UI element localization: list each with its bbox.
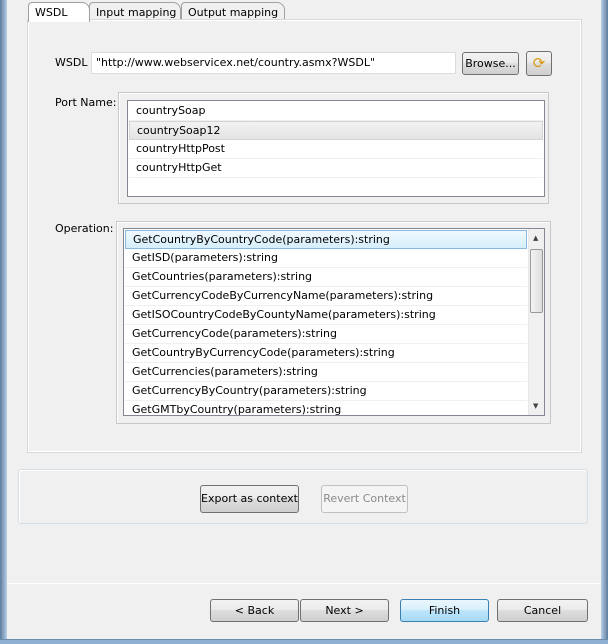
- list-item[interactable]: GetISOCountryCodeByCountyName(parameters…: [125, 306, 527, 325]
- list-item-selected[interactable]: countrySoap12: [129, 121, 543, 140]
- export-as-context-button[interactable]: Export as context: [200, 485, 299, 513]
- window-frame-right: [601, 0, 608, 644]
- list-item[interactable]: GetGMTbyCountry(parameters):string: [125, 401, 527, 415]
- list-item[interactable]: countrySoap: [129, 102, 543, 121]
- finish-button[interactable]: Finish: [400, 599, 489, 622]
- revert-context-button[interactable]: Revert Context: [321, 485, 408, 513]
- list-item[interactable]: GetISD(parameters):string: [125, 249, 527, 268]
- port-name-list[interactable]: countrySoap countrySoap12 countryHttpPos…: [127, 100, 545, 197]
- refresh-icon: ⟳: [532, 54, 546, 72]
- operation-list[interactable]: GetCountryByCountryCode(parameters):stri…: [123, 228, 545, 416]
- list-item[interactable]: GetCurrencies(parameters):string: [125, 363, 527, 382]
- window-frame-left: [0, 0, 7, 644]
- browse-button[interactable]: Browse...: [462, 52, 519, 75]
- tab-label: WSDL: [35, 6, 68, 19]
- scrollbar-thumb[interactable]: [530, 249, 543, 313]
- list-item[interactable]: GetCurrencyCodeByCurrencyName(parameters…: [125, 287, 527, 306]
- tab-input-mapping[interactable]: Input mapping: [89, 2, 181, 21]
- tab-wsdl[interactable]: WSDL: [28, 2, 90, 22]
- tab-label: Input mapping: [96, 6, 177, 19]
- tab-label: Output mapping: [188, 6, 279, 19]
- list-item[interactable]: countryHttpGet: [129, 159, 543, 178]
- list-item[interactable]: GetCurrencyByCountry(parameters):string: [125, 382, 527, 401]
- back-button[interactable]: < Back: [210, 599, 299, 622]
- list-item[interactable]: countryHttpPost: [129, 140, 543, 159]
- next-button[interactable]: Next >: [300, 599, 389, 622]
- list-item[interactable]: GetCountryByCurrencyCode(parameters):str…: [125, 344, 527, 363]
- port-name-label: Port Name:: [55, 96, 117, 109]
- window-frame-bottom: [0, 639, 608, 644]
- list-item[interactable]: GetCountries(parameters):string: [125, 268, 527, 287]
- wsdl-url-input[interactable]: "http://www.webservicex.net/country.asmx…: [91, 52, 456, 74]
- operation-label: Operation:: [55, 222, 114, 235]
- tab-output-mapping[interactable]: Output mapping: [181, 2, 285, 21]
- list-item[interactable]: GetCurrencyCode(parameters):string: [125, 325, 527, 344]
- list-item-selected[interactable]: GetCountryByCountryCode(parameters):stri…: [125, 230, 527, 249]
- scroll-up-icon[interactable]: ▲: [533, 234, 538, 242]
- wsdl-label: WSDL: [55, 56, 88, 69]
- footer-separator: [7, 583, 601, 584]
- cancel-button[interactable]: Cancel: [497, 599, 588, 622]
- operation-scrollbar[interactable]: ▲ ▼: [528, 229, 544, 415]
- refresh-button[interactable]: ⟳: [526, 51, 552, 76]
- scroll-down-icon[interactable]: ▼: [533, 402, 538, 410]
- context-group: [18, 469, 588, 524]
